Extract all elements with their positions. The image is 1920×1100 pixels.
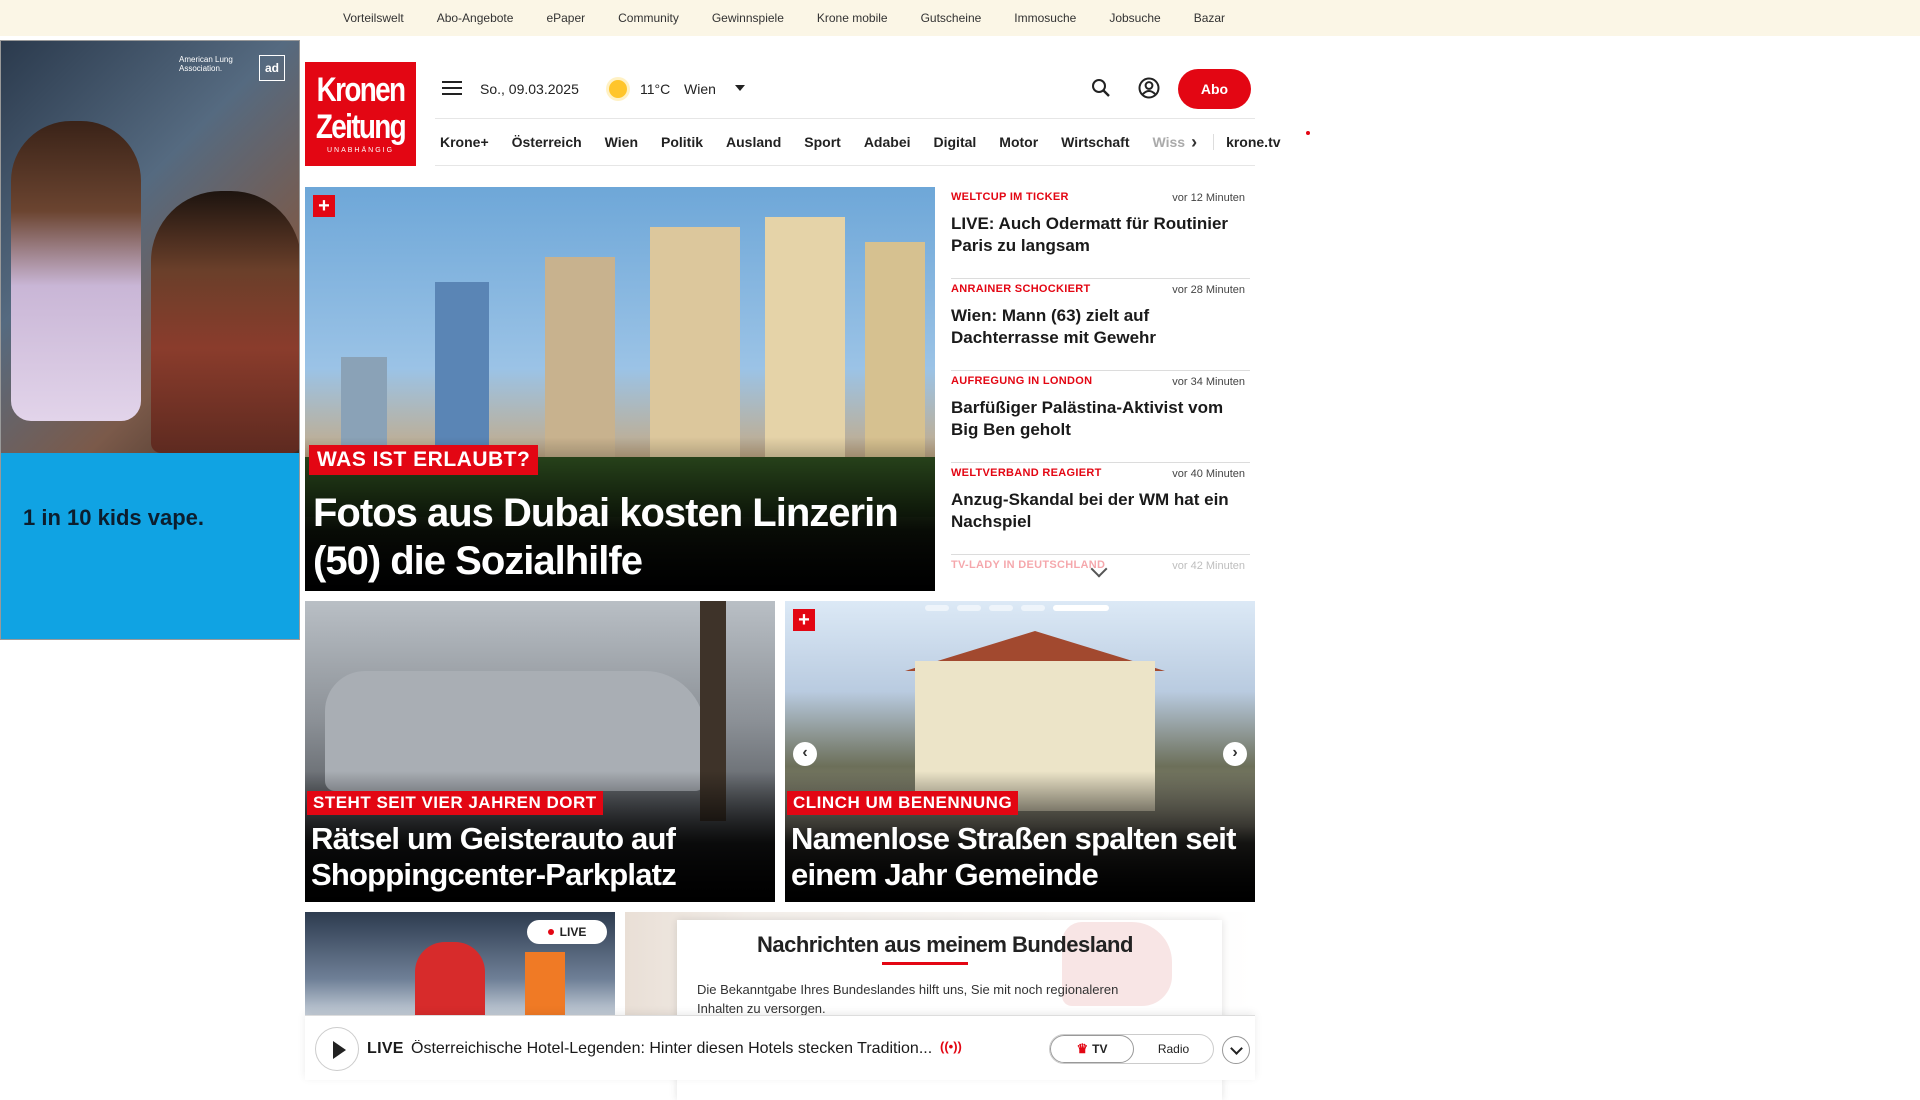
top-link-vorteilswelt[interactable]: Vorteilswelt (343, 11, 404, 25)
live-player-bar: LIVE Österreichische Hotel-Legenden: Hin… (305, 1015, 1255, 1080)
card-title[interactable]: Namenlose Straßen spalten seit einem Jah… (791, 821, 1251, 893)
popup-underline (882, 962, 968, 965)
carousel-dot-active[interactable] (1053, 605, 1109, 611)
broadcast-icon: ((•)) (940, 1039, 962, 1054)
ticker-title[interactable]: Anzug-Skandal bei der WM hat ein Nachspi… (951, 489, 1250, 533)
nav-item-adabei[interactable]: Adabei (864, 134, 911, 150)
popup-title: Nachrichten aus meinem Bundesland (757, 932, 1133, 957)
nav-item-krone-tv[interactable]: krone.tv (1213, 131, 1310, 150)
top-link-community[interactable]: Community (618, 11, 679, 25)
ticker-time: vor 12 Minuten (1172, 192, 1245, 204)
top-link-jobsuche[interactable]: Jobsuche (1109, 11, 1160, 25)
card-kicker: STEHT SEIT VIER JAHREN DORT (307, 791, 603, 815)
search-icon[interactable] (1091, 78, 1111, 98)
top-link-gewinnspiele[interactable]: Gewinnspiele (712, 11, 784, 25)
tv-option[interactable]: ♛ TV (1050, 1035, 1134, 1063)
header-utility-row: So., 09.03.2025 11°C Wien Abo (305, 62, 1255, 118)
top-link-abo-angebote[interactable]: Abo-Angebote (437, 11, 514, 25)
nav-item-ausland[interactable]: Ausland (726, 134, 781, 150)
card-title[interactable]: Rätsel um Geisterauto auf Shoppingcenter… (311, 821, 771, 893)
nav-item-politik[interactable]: Politik (661, 134, 703, 150)
user-icon[interactable] (1138, 77, 1160, 99)
ticker-time: vor 42 Minuten (1172, 560, 1245, 572)
logo-subtitle: UNABHÄNGIG (326, 147, 395, 154)
nav-item-wien[interactable]: Wien (605, 134, 638, 150)
ticker-title[interactable]: Wien: Mann (63) zielt auf Dachterrasse m… (951, 305, 1250, 349)
krone-plus-icon: + (793, 609, 815, 631)
news-ticker: WELTCUP IM TICKER vor 12 Minuten LIVE: A… (951, 187, 1250, 581)
nav-item-krone-plus[interactable]: Krone+ (440, 134, 489, 150)
hero-story[interactable]: + WAS IST ERLAUBT? Fotos aus Dubai koste… (305, 187, 935, 591)
ticker-item[interactable]: WELTCUP IM TICKER vor 12 Minuten LIVE: A… (951, 187, 1250, 279)
nav-tv-label: krone.tv (1226, 134, 1281, 150)
carousel-dot[interactable] (1021, 605, 1045, 611)
top-link-bazar[interactable]: Bazar (1194, 11, 1225, 25)
chevron-down-icon[interactable] (735, 85, 745, 91)
carousel-dot[interactable] (957, 605, 981, 611)
temperature: 11°C (640, 81, 671, 97)
top-link-immosuche[interactable]: Immosuche (1014, 11, 1076, 25)
carousel-indicators (925, 605, 1117, 611)
ticker-item[interactable]: AUFREGUNG IN LONDON vor 34 Minuten Barfü… (951, 371, 1250, 463)
story-card[interactable]: STEHT SEIT VIER JAHREN DORT Rätsel um Ge… (305, 601, 775, 902)
tv-radio-toggle: ♛ TV Radio (1049, 1034, 1214, 1064)
top-link-krone-mobile[interactable]: Krone mobile (817, 11, 888, 25)
top-link-epaper[interactable]: ePaper (546, 11, 585, 25)
nav-item-truncated[interactable]: Wiss (1153, 134, 1186, 150)
live-badge: LIVE (527, 920, 607, 944)
city-selector[interactable]: Wien (684, 81, 716, 97)
live-dot-icon (547, 929, 554, 935)
story-carousel[interactable]: + ‹ › CLINCH UM BENENNUNG Namenlose Stra… (785, 601, 1255, 902)
current-date: So., 09.03.2025 (480, 81, 579, 97)
ticker-item[interactable]: ANRAINER SCHOCKIERT vor 28 Minuten Wien:… (951, 279, 1250, 371)
hero-kicker: WAS IST ERLAUBT? (309, 445, 539, 475)
ticker-time: vor 34 Minuten (1172, 376, 1245, 388)
ticker-title[interactable]: Barfüßiger Palästina-Aktivist vom Big Be… (951, 397, 1250, 441)
ad-photo: American Lung Association. ad (1, 41, 299, 453)
radio-option[interactable]: Radio (1134, 1035, 1213, 1063)
popup-text: Die Bekanntgabe Ihres Bundeslandes hilft… (697, 982, 1119, 1016)
nav-item-oesterreich[interactable]: Österreich (512, 134, 582, 150)
top-link-gutscheine[interactable]: Gutscheine (921, 11, 982, 25)
ticker-time: vor 28 Minuten (1172, 284, 1245, 296)
player-now-playing[interactable]: Österreichische Hotel-Legenden: Hinter d… (411, 1040, 941, 1058)
ad-figure-right (151, 191, 299, 453)
play-icon[interactable] (315, 1027, 359, 1071)
chevron-right-icon[interactable]: › (1223, 742, 1247, 766)
ad-council-logo: ad (259, 55, 285, 81)
menu-icon[interactable] (442, 81, 462, 95)
ad-figure-left (11, 121, 141, 421)
live-badge-label: LIVE (559, 925, 587, 939)
player-live-label: LIVE (367, 1040, 404, 1057)
chevron-right-icon[interactable]: › (1191, 132, 1197, 153)
crown-icon: ♛ (1076, 1041, 1089, 1056)
tv-option-label: TV (1092, 1042, 1108, 1056)
ad-text-panel: 1 in 10 kids vape. (1, 453, 299, 639)
site-header: Kronen Zeitung UNABHÄNGIG So., 09.03.202… (305, 62, 1310, 168)
carousel-dot[interactable] (989, 605, 1013, 611)
ad-headline: 1 in 10 kids vape. (23, 505, 204, 530)
nav-item-digital[interactable]: Digital (934, 134, 977, 150)
chevron-down-icon[interactable] (1222, 1036, 1250, 1064)
nav-item-wirtschaft[interactable]: Wirtschaft (1061, 134, 1129, 150)
chevron-left-icon[interactable]: ‹ (793, 742, 817, 766)
abo-button[interactable]: Abo (1178, 69, 1251, 109)
notification-dot (1305, 131, 1310, 135)
ticker-item[interactable]: WELTVERBAND REAGIERT vor 40 Minuten Anzu… (951, 463, 1250, 555)
ticker-title[interactable]: LIVE: Auch Odermatt für Routinier Paris … (951, 213, 1250, 257)
ad-banner[interactable]: American Lung Association. ad 1 in 10 ki… (0, 40, 300, 640)
krone-plus-icon: + (313, 195, 335, 217)
ticker-time: vor 40 Minuten (1172, 468, 1245, 480)
nav-item-sport[interactable]: Sport (804, 134, 841, 150)
sun-icon (609, 80, 627, 98)
carousel-dot[interactable] (925, 605, 949, 611)
ad-association-logo: American Lung Association. (179, 55, 233, 73)
hero-title[interactable]: Fotos aus Dubai kosten Linzerin (50) die… (313, 489, 923, 585)
nav-item-motor[interactable]: Motor (999, 134, 1038, 150)
main-navigation: Krone+ Österreich Wien Politik Ausland S… (435, 118, 1310, 166)
top-service-bar: Vorteilswelt Abo-Angebote ePaper Communi… (0, 0, 1920, 36)
card-kicker: CLINCH UM BENENNUNG (787, 791, 1019, 815)
